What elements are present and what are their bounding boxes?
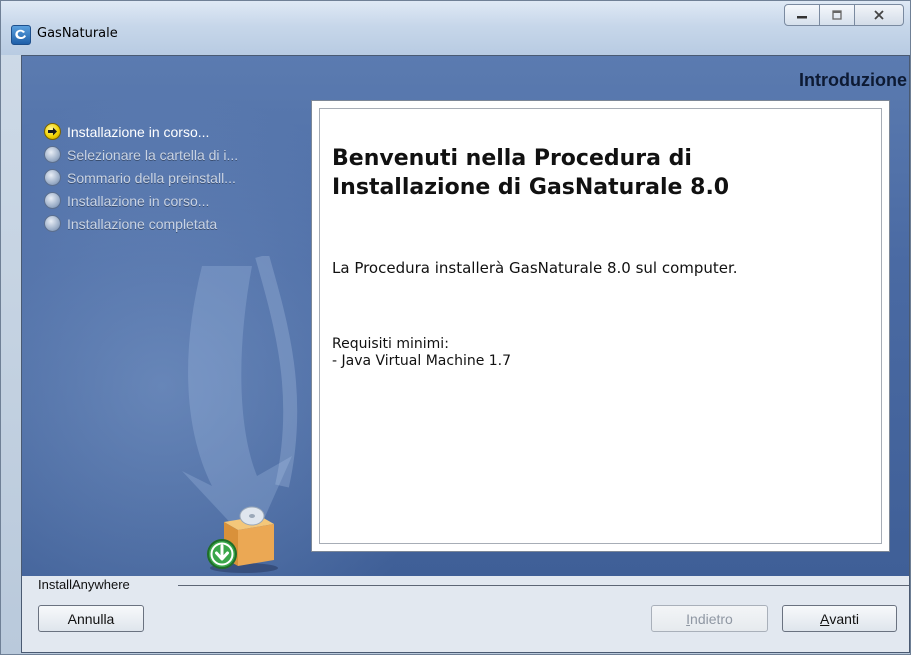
step-inactive-bullet-icon <box>44 169 61 186</box>
step-label: Installazione completata <box>67 215 218 232</box>
installer-side-panel: Introduzione Installazione in corso... S… <box>22 56 909 576</box>
close-icon <box>874 10 884 20</box>
footer-divider <box>178 585 909 586</box>
page-title: Introduzione <box>799 70 907 90</box>
installer-window: GasNaturale Introduzione Installazione i… <box>0 0 911 655</box>
welcome-heading: Benvenuti nella Procedura di Installazio… <box>332 144 872 202</box>
requirements-item: - Java Virtual Machine 1.7 <box>332 353 512 369</box>
download-arrow-icon <box>207 539 237 569</box>
welcome-heading-line-2: Installazione di GasNaturale 8.0 <box>332 175 730 200</box>
step-item: Installazione in corso... <box>44 189 238 212</box>
installanywhere-label: InstallAnywhere <box>38 577 130 592</box>
next-button[interactable]: Avanti <box>782 605 897 632</box>
step-inactive-bullet-icon <box>44 192 61 209</box>
step-item: Installazione in corso... <box>44 120 238 143</box>
step-item: Installazione completata <box>44 212 238 235</box>
maximize-button[interactable] <box>819 4 855 26</box>
window-title: GasNaturale <box>37 26 118 41</box>
requirements-title: Requisiti minimi: <box>332 336 449 352</box>
install-box-icon <box>207 506 278 573</box>
step-label: Installazione in corso... <box>67 192 210 209</box>
close-button[interactable] <box>854 4 904 26</box>
content-frame: Benvenuti nella Procedura di Installazio… <box>319 108 882 544</box>
step-inactive-bullet-icon <box>44 146 61 163</box>
next-button-label: vanti <box>829 610 859 627</box>
welcome-heading-line-1: Benvenuti nella Procedura di <box>332 146 692 171</box>
back-button[interactable]: Indietro <box>651 605 768 632</box>
title-bar[interactable]: GasNaturale <box>1 1 910 55</box>
description-text: La Procedura installerà GasNaturale 8.0 … <box>332 259 738 277</box>
step-label: Installazione in corso... <box>67 123 210 140</box>
step-item: Selezionare la cartella di i... <box>44 143 238 166</box>
content-panel: Benvenuti nella Procedura di Installazio… <box>311 100 890 552</box>
window-controls <box>784 4 904 26</box>
maximize-icon <box>832 10 842 20</box>
step-list: Installazione in corso... Selezionare la… <box>44 120 238 235</box>
cancel-button[interactable]: Annulla <box>38 605 144 632</box>
minimize-icon <box>797 16 807 19</box>
step-label: Sommario della preinstall... <box>67 169 236 186</box>
step-inactive-bullet-icon <box>44 215 61 232</box>
installer-client-area: Introduzione Installazione in corso... S… <box>21 55 910 653</box>
app-icon[interactable] <box>11 25 31 45</box>
next-button-mnemonic: A <box>820 610 830 627</box>
minimize-button[interactable] <box>784 4 820 26</box>
step-label: Selezionare la cartella di i... <box>67 146 239 163</box>
back-button-label: ndietro <box>690 610 733 627</box>
step-item: Sommario della preinstall... <box>44 166 238 189</box>
step-active-arrow-icon <box>44 123 61 140</box>
